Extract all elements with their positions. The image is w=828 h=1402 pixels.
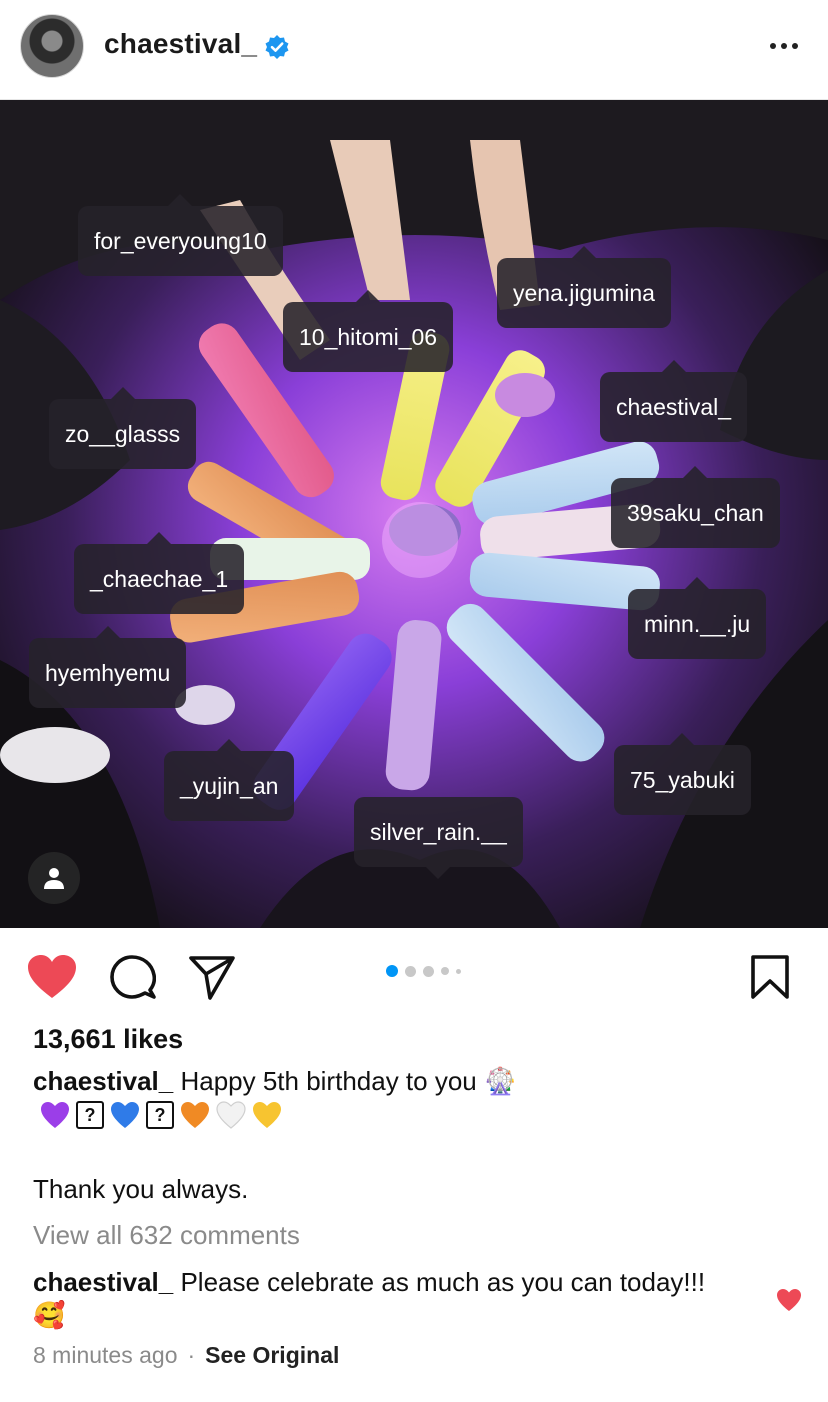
ferris-wheel-emoji: 🎡 <box>483 1066 517 1096</box>
more-dot <box>792 43 798 49</box>
post-meta: 8 minutes ago · See Original <box>33 1342 339 1369</box>
user-tag[interactable]: 10_hitomi_06 <box>283 290 454 372</box>
more-options-button[interactable] <box>764 26 804 66</box>
view-all-comments-link[interactable]: View all 632 comments <box>33 1220 300 1251</box>
blue-heart-icon <box>111 1102 139 1128</box>
see-original-link[interactable]: See Original <box>205 1342 339 1369</box>
user-tag[interactable]: 75_yabuki <box>614 733 751 815</box>
unknown-emoji-box: ? <box>146 1101 174 1129</box>
caption-username[interactable]: chaestival_ <box>33 1066 173 1096</box>
carousel-dot <box>456 968 461 974</box>
comment-like-heart-icon[interactable] <box>776 1288 802 1312</box>
carousel-dot <box>405 965 416 977</box>
caption-emoji-row: ? ? <box>40 1100 282 1130</box>
post-photo[interactable]: for_everyoung10 yena.jigumina 10_hitomi_… <box>0 100 828 928</box>
comment-text: Please celebrate as much as you can toda… <box>180 1267 706 1297</box>
post-header: chaestival_ <box>0 0 828 100</box>
comment-username[interactable]: chaestival_ <box>33 1267 173 1297</box>
user-tag[interactable]: 39saku_chan <box>611 466 780 548</box>
user-tag[interactable]: hyemhyemu <box>29 626 187 708</box>
user-tag[interactable]: for_everyoung10 <box>78 194 283 276</box>
bookmark-icon[interactable] <box>750 954 790 1000</box>
more-dot <box>770 43 776 49</box>
orange-heart-icon <box>181 1102 209 1128</box>
verified-badge-icon <box>265 35 289 59</box>
caption-text: Happy 5th birthday to you <box>180 1066 477 1096</box>
carousel-dot <box>423 965 434 977</box>
caption-line-2: Thank you always. <box>33 1174 249 1204</box>
user-tag[interactable]: minn.__.ju <box>628 577 767 659</box>
user-tag[interactable]: yena.jigumina <box>497 246 671 328</box>
comment-icon[interactable] <box>110 954 156 1000</box>
user-tag[interactable]: chaestival_ <box>600 360 748 442</box>
carousel-indicator <box>386 965 461 977</box>
person-icon <box>44 868 64 889</box>
carousel-dot-active <box>386 965 398 977</box>
carousel-dot <box>441 967 449 975</box>
avatar[interactable] <box>20 14 84 78</box>
action-bar <box>0 930 828 1026</box>
tagged-people-button[interactable] <box>28 852 80 904</box>
comment: chaestival_ Please celebrate as much as … <box>33 1266 733 1332</box>
like-heart-icon[interactable] <box>26 954 78 1000</box>
user-tag[interactable]: _chaechae_1 <box>74 532 245 614</box>
share-icon[interactable] <box>188 954 236 1000</box>
likes-count[interactable]: 13,661 likes <box>33 1024 183 1055</box>
user-tag[interactable]: silver_rain.__ <box>354 797 523 879</box>
purple-heart-icon <box>41 1102 69 1128</box>
user-tag[interactable]: zo__glasss <box>49 387 197 469</box>
header-username[interactable]: chaestival_ <box>104 28 257 60</box>
unknown-emoji-box: ? <box>76 1101 104 1129</box>
smiling-hearts-emoji: 🥰 <box>33 1300 66 1330</box>
timestamp: 8 minutes ago <box>33 1342 178 1368</box>
meta-separator: · <box>187 1342 196 1368</box>
more-dot <box>781 43 787 49</box>
user-tag[interactable]: _yujin_an <box>164 739 295 821</box>
post-caption: chaestival_ Happy 5th birthday to you 🎡 <box>33 1064 803 1098</box>
white-heart-icon <box>216 1101 246 1129</box>
yellow-heart-icon <box>253 1102 281 1128</box>
